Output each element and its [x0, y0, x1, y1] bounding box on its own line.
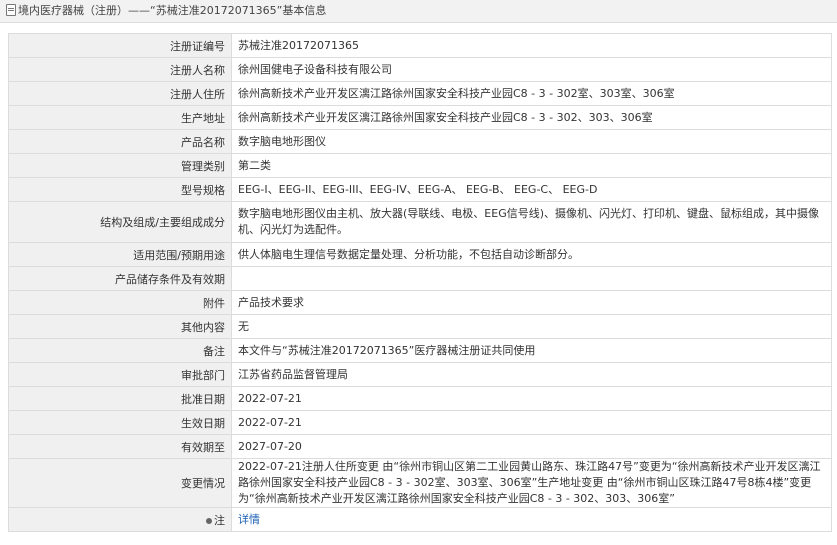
pin-icon [206, 517, 212, 524]
row-label: 变更情况 [8, 458, 232, 508]
row-value [231, 266, 832, 291]
footer-label: 注 [214, 513, 225, 527]
row-label: 备注 [8, 338, 232, 363]
details-link[interactable]: 详情 [238, 513, 260, 526]
table-row: 产品储存条件及有效期 [8, 266, 832, 291]
row-label: 管理类别 [8, 153, 232, 178]
table-row: 有效期至 2027-07-20 [8, 434, 832, 459]
row-value: 产品技术要求 [231, 290, 832, 315]
row-label: 注册证编号 [8, 33, 232, 58]
row-value: 徐州高新技术产业开发区漓江路徐州国家安全科技产业园C8 - 3 - 302室、3… [231, 81, 832, 106]
row-value: 本文件与“苏械注准20172071365”医疗器械注册证共同使用 [231, 338, 832, 363]
table-row: 审批部门 江苏省药品监督管理局 [8, 362, 832, 387]
table-row: 备注 本文件与“苏械注准20172071365”医疗器械注册证共同使用 [8, 338, 832, 363]
row-label: 产品储存条件及有效期 [8, 266, 232, 291]
row-label: 注册人名称 [8, 57, 232, 82]
table-row: 批准日期 2022-07-21 [8, 386, 832, 411]
document-icon [6, 4, 16, 16]
table-row-footer: 注 详情 [8, 507, 832, 532]
table-row: 注册人住所 徐州高新技术产业开发区漓江路徐州国家安全科技产业园C8 - 3 - … [8, 81, 832, 106]
row-value: 供人体脑电生理信号数据定量处理、分析功能，不包括自动诊断部分。 [231, 242, 832, 267]
row-label: 生效日期 [8, 410, 232, 435]
row-value: 徐州高新技术产业开发区漓江路徐州国家安全科技产业园C8 - 3 - 302、30… [231, 105, 832, 130]
page-header: 境内医疗器械（注册）——“苏械注准20172071365”基本信息 [0, 0, 837, 23]
row-label: 附件 [8, 290, 232, 315]
table-row: 附件 产品技术要求 [8, 290, 832, 315]
row-value: 2022-07-21注册人住所变更 由“徐州市铜山区第二工业园黄山路东、珠江路4… [231, 458, 832, 508]
row-label: 其他内容 [8, 314, 232, 339]
row-label: 产品名称 [8, 129, 232, 154]
table-row: 型号规格 EEG-I、EEG-II、EEG-III、EEG-IV、EEG-A、 … [8, 177, 832, 202]
row-label: 有效期至 [8, 434, 232, 459]
table-row: 注册证编号 苏械注准20172071365 [8, 33, 832, 58]
row-label: 审批部门 [8, 362, 232, 387]
table-row: 变更情况 2022-07-21注册人住所变更 由“徐州市铜山区第二工业园黄山路东… [8, 458, 832, 508]
row-value: 数字脑电地形图仪 [231, 129, 832, 154]
footer-label-cell: 注 [8, 507, 232, 532]
row-value: 2022-07-21 [231, 410, 832, 435]
footer-value-cell: 详情 [231, 507, 832, 532]
row-value: 数字脑电地形图仪由主机、放大器(导联线、电极、EEG信号线)、摄像机、闪光灯、打… [231, 201, 832, 243]
row-label: 适用范围/预期用途 [8, 242, 232, 267]
row-label: 批准日期 [8, 386, 232, 411]
row-value: 第二类 [231, 153, 832, 178]
row-label: 型号规格 [8, 177, 232, 202]
table-row: 生产地址 徐州高新技术产业开发区漓江路徐州国家安全科技产业园C8 - 3 - 3… [8, 105, 832, 130]
row-value: EEG-I、EEG-II、EEG-III、EEG-IV、EEG-A、 EEG-B… [231, 177, 832, 202]
row-value: 2022-07-21 [231, 386, 832, 411]
row-label: 生产地址 [8, 105, 232, 130]
table-row: 管理类别 第二类 [8, 153, 832, 178]
table-row: 其他内容 无 [8, 314, 832, 339]
row-label: 注册人住所 [8, 81, 232, 106]
table-row: 适用范围/预期用途 供人体脑电生理信号数据定量处理、分析功能，不包括自动诊断部分… [8, 242, 832, 267]
info-table: 注册证编号 苏械注准20172071365 注册人名称 徐州国健电子设备科技有限… [8, 33, 832, 532]
table-row: 产品名称 数字脑电地形图仪 [8, 129, 832, 154]
row-label: 结构及组成/主要组成成分 [8, 201, 232, 243]
table-row: 生效日期 2022-07-21 [8, 410, 832, 435]
row-value: 2027-07-20 [231, 434, 832, 459]
page-title: 境内医疗器械（注册）——“苏械注准20172071365”基本信息 [18, 4, 327, 17]
table-row: 结构及组成/主要组成成分 数字脑电地形图仪由主机、放大器(导联线、电极、EEG信… [8, 201, 832, 243]
row-value: 无 [231, 314, 832, 339]
row-value: 徐州国健电子设备科技有限公司 [231, 57, 832, 82]
row-value: 苏械注准20172071365 [231, 33, 832, 58]
row-value: 江苏省药品监督管理局 [231, 362, 832, 387]
info-table-wrapper: 注册证编号 苏械注准20172071365 注册人名称 徐州国健电子设备科技有限… [8, 33, 832, 532]
table-row: 注册人名称 徐州国健电子设备科技有限公司 [8, 57, 832, 82]
